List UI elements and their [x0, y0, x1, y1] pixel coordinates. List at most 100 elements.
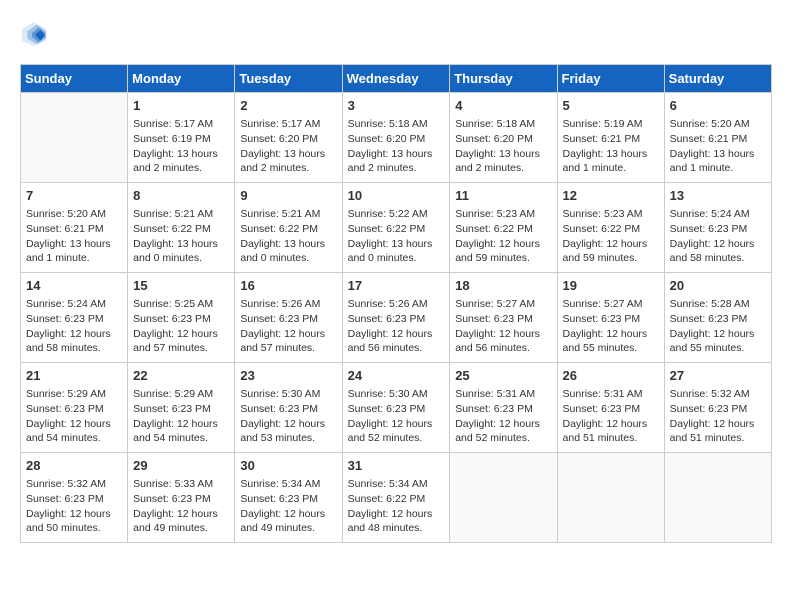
day-cell: 7 Sunrise: 5:20 AMSunset: 6:21 PMDaylight…	[21, 183, 128, 273]
day-info: Sunrise: 5:20 AMSunset: 6:21 PMDaylight:…	[670, 117, 766, 176]
day-number: 12	[563, 187, 659, 205]
day-info: Sunrise: 5:27 AMSunset: 6:23 PMDaylight:…	[563, 297, 659, 356]
day-number: 20	[670, 277, 766, 295]
header-sunday: Sunday	[21, 65, 128, 93]
day-cell: 17 Sunrise: 5:26 AMSunset: 6:23 PMDayligh…	[342, 273, 450, 363]
day-info: Sunrise: 5:23 AMSunset: 6:22 PMDaylight:…	[563, 207, 659, 266]
day-number: 16	[240, 277, 336, 295]
day-number: 29	[133, 457, 229, 475]
day-number: 19	[563, 277, 659, 295]
header-row: SundayMondayTuesdayWednesdayThursdayFrid…	[21, 65, 772, 93]
day-cell: 21Sunrise: 5:29 AMSunset: 6:23 PMDayligh…	[21, 363, 128, 453]
day-info: Sunrise: 5:34 AMSunset: 6:23 PMDaylight:…	[240, 477, 336, 536]
day-cell: 5 Sunrise: 5:19 AMSunset: 6:21 PMDaylight…	[557, 93, 664, 183]
day-info: Sunrise: 5:21 AMSunset: 6:22 PMDaylight:…	[240, 207, 336, 266]
day-cell: 8Sunrise: 5:21 AMSunset: 6:22 PMDaylight…	[128, 183, 235, 273]
day-cell: 23 Sunrise: 5:30 AMSunset: 6:23 PMDayligh…	[235, 363, 342, 453]
day-cell: 16 Sunrise: 5:26 AMSunset: 6:23 PMDayligh…	[235, 273, 342, 363]
day-info: Sunrise: 5:30 AMSunset: 6:23 PMDaylight:…	[348, 387, 445, 446]
day-info: Sunrise: 5:26 AMSunset: 6:23 PMDaylight:…	[348, 297, 445, 356]
page-header	[20, 20, 772, 48]
day-number: 14	[26, 277, 122, 295]
day-cell: 10Sunrise: 5:22 AMSunset: 6:22 PMDayligh…	[342, 183, 450, 273]
day-cell: 13 Sunrise: 5:24 AMSunset: 6:23 PMDayligh…	[664, 183, 771, 273]
day-cell: 4 Sunrise: 5:18 AMSunset: 6:20 PMDaylight…	[450, 93, 557, 183]
day-number: 31	[348, 457, 445, 475]
week-row-3: 21 Sunrise: 5:29 AMSunset: 6:23 PMDayligh…	[21, 363, 772, 453]
day-number: 9	[240, 187, 336, 205]
day-cell: 9 Sunrise: 5:21 AMSunset: 6:22 PMDaylight…	[235, 183, 342, 273]
header-tuesday: Tuesday	[235, 65, 342, 93]
day-cell: 29 Sunrise: 5:33 AMSunset: 6:23 PMDayligh…	[128, 453, 235, 543]
day-info: Sunrise: 5:24 AMSunset: 6:23 PMDaylight:…	[26, 297, 122, 356]
day-info: Sunrise: 5:19 AMSunset: 6:21 PMDaylight:…	[563, 117, 659, 176]
day-number: 18	[455, 277, 551, 295]
day-info: Sunrise: 5:18 AMSunset: 6:20 PMDaylight:…	[348, 117, 445, 176]
header-friday: Friday	[557, 65, 664, 93]
day-info: Sunrise: 5:28 AMSunset: 6:23 PMDaylight:…	[670, 297, 766, 356]
header-monday: Monday	[128, 65, 235, 93]
day-cell: 20 Sunrise: 5:28 AMSunset: 6:23 PMDayligh…	[664, 273, 771, 363]
day-number: 22	[133, 367, 229, 385]
day-info: Sunrise: 5:33 AMSunset: 6:23 PMDaylight:…	[133, 477, 229, 536]
day-number: 3	[348, 97, 445, 115]
day-number: 23	[240, 367, 336, 385]
day-cell: 31 Sunrise: 5:34 AMSunset: 6:22 PMDayligh…	[342, 453, 450, 543]
day-cell: 1 Sunrise: 5:17 AMSunset: 6:19 PMDaylight…	[128, 93, 235, 183]
day-number: 27	[670, 367, 766, 385]
day-info: Sunrise: 5:30 AMSunset: 6:23 PMDaylight:…	[240, 387, 336, 446]
day-info: Sunrise: 5:26 AMSunset: 6:23 PMDaylight:…	[240, 297, 336, 356]
day-number: 6	[670, 97, 766, 115]
day-info: Sunrise: 5:25 AMSunset: 6:23 PMDaylight:…	[133, 297, 229, 356]
logo	[20, 20, 52, 48]
day-cell: 27 Sunrise: 5:32 AMSunset: 6:23 PMDayligh…	[664, 363, 771, 453]
day-info: Sunrise: 5:32 AMSunset: 6:23 PMDaylight:…	[670, 387, 766, 446]
day-info: Sunrise: 5:32 AMSunset: 6:23 PMDaylight:…	[26, 477, 122, 536]
day-number: 5	[563, 97, 659, 115]
day-info: Sunrise: 5:21 AMSunset: 6:22 PMDaylight:…	[133, 207, 229, 266]
day-cell: 22 Sunrise: 5:29 AMSunset: 6:23 PMDayligh…	[128, 363, 235, 453]
day-cell	[664, 453, 771, 543]
day-cell: 14 Sunrise: 5:24 AMSunset: 6:23 PMDayligh…	[21, 273, 128, 363]
day-number: 7	[26, 187, 122, 205]
day-number: 25	[455, 367, 551, 385]
day-number: 10	[348, 187, 445, 205]
day-info: Sunrise: 5:24 AMSunset: 6:23 PMDaylight:…	[670, 207, 766, 266]
day-cell: 28Sunrise: 5:32 AMSunset: 6:23 PMDayligh…	[21, 453, 128, 543]
day-cell	[21, 93, 128, 183]
day-cell	[557, 453, 664, 543]
day-cell: 11Sunrise: 5:23 AMSunset: 6:22 PMDayligh…	[450, 183, 557, 273]
day-number: 4	[455, 97, 551, 115]
day-cell: 19 Sunrise: 5:27 AMSunset: 6:23 PMDayligh…	[557, 273, 664, 363]
day-number: 17	[348, 277, 445, 295]
day-info: Sunrise: 5:27 AMSunset: 6:23 PMDaylight:…	[455, 297, 551, 356]
header-wednesday: Wednesday	[342, 65, 450, 93]
week-row-2: 14 Sunrise: 5:24 AMSunset: 6:23 PMDayligh…	[21, 273, 772, 363]
day-info: Sunrise: 5:18 AMSunset: 6:20 PMDaylight:…	[455, 117, 551, 176]
day-number: 21	[26, 367, 122, 385]
day-info: Sunrise: 5:29 AMSunset: 6:23 PMDaylight:…	[133, 387, 229, 446]
day-info: Sunrise: 5:31 AMSunset: 6:23 PMDaylight:…	[455, 387, 551, 446]
logo-icon	[20, 20, 48, 48]
day-cell: 26 Sunrise: 5:31 AMSunset: 6:23 PMDayligh…	[557, 363, 664, 453]
day-number: 26	[563, 367, 659, 385]
day-info: Sunrise: 5:20 AMSunset: 6:21 PMDaylight:…	[26, 207, 122, 266]
day-cell: 2Sunrise: 5:17 AMSunset: 6:20 PMDaylight…	[235, 93, 342, 183]
day-cell: 6 Sunrise: 5:20 AMSunset: 6:21 PMDaylight…	[664, 93, 771, 183]
day-cell: 24 Sunrise: 5:30 AMSunset: 6:23 PMDayligh…	[342, 363, 450, 453]
day-info: Sunrise: 5:34 AMSunset: 6:22 PMDaylight:…	[348, 477, 445, 536]
day-info: Sunrise: 5:31 AMSunset: 6:23 PMDaylight:…	[563, 387, 659, 446]
header-thursday: Thursday	[450, 65, 557, 93]
day-cell: 3 Sunrise: 5:18 AMSunset: 6:20 PMDaylight…	[342, 93, 450, 183]
day-number: 13	[670, 187, 766, 205]
day-number: 1	[133, 97, 229, 115]
day-number: 2	[240, 97, 336, 115]
week-row-4: 28Sunrise: 5:32 AMSunset: 6:23 PMDayligh…	[21, 453, 772, 543]
day-number: 11	[455, 187, 551, 205]
day-cell: 25 Sunrise: 5:31 AMSunset: 6:23 PMDayligh…	[450, 363, 557, 453]
calendar-table: SundayMondayTuesdayWednesdayThursdayFrid…	[20, 64, 772, 543]
day-number: 24	[348, 367, 445, 385]
day-number: 30	[240, 457, 336, 475]
day-cell: 30 Sunrise: 5:34 AMSunset: 6:23 PMDayligh…	[235, 453, 342, 543]
day-info: Sunrise: 5:17 AMSunset: 6:19 PMDaylight:…	[133, 117, 229, 176]
